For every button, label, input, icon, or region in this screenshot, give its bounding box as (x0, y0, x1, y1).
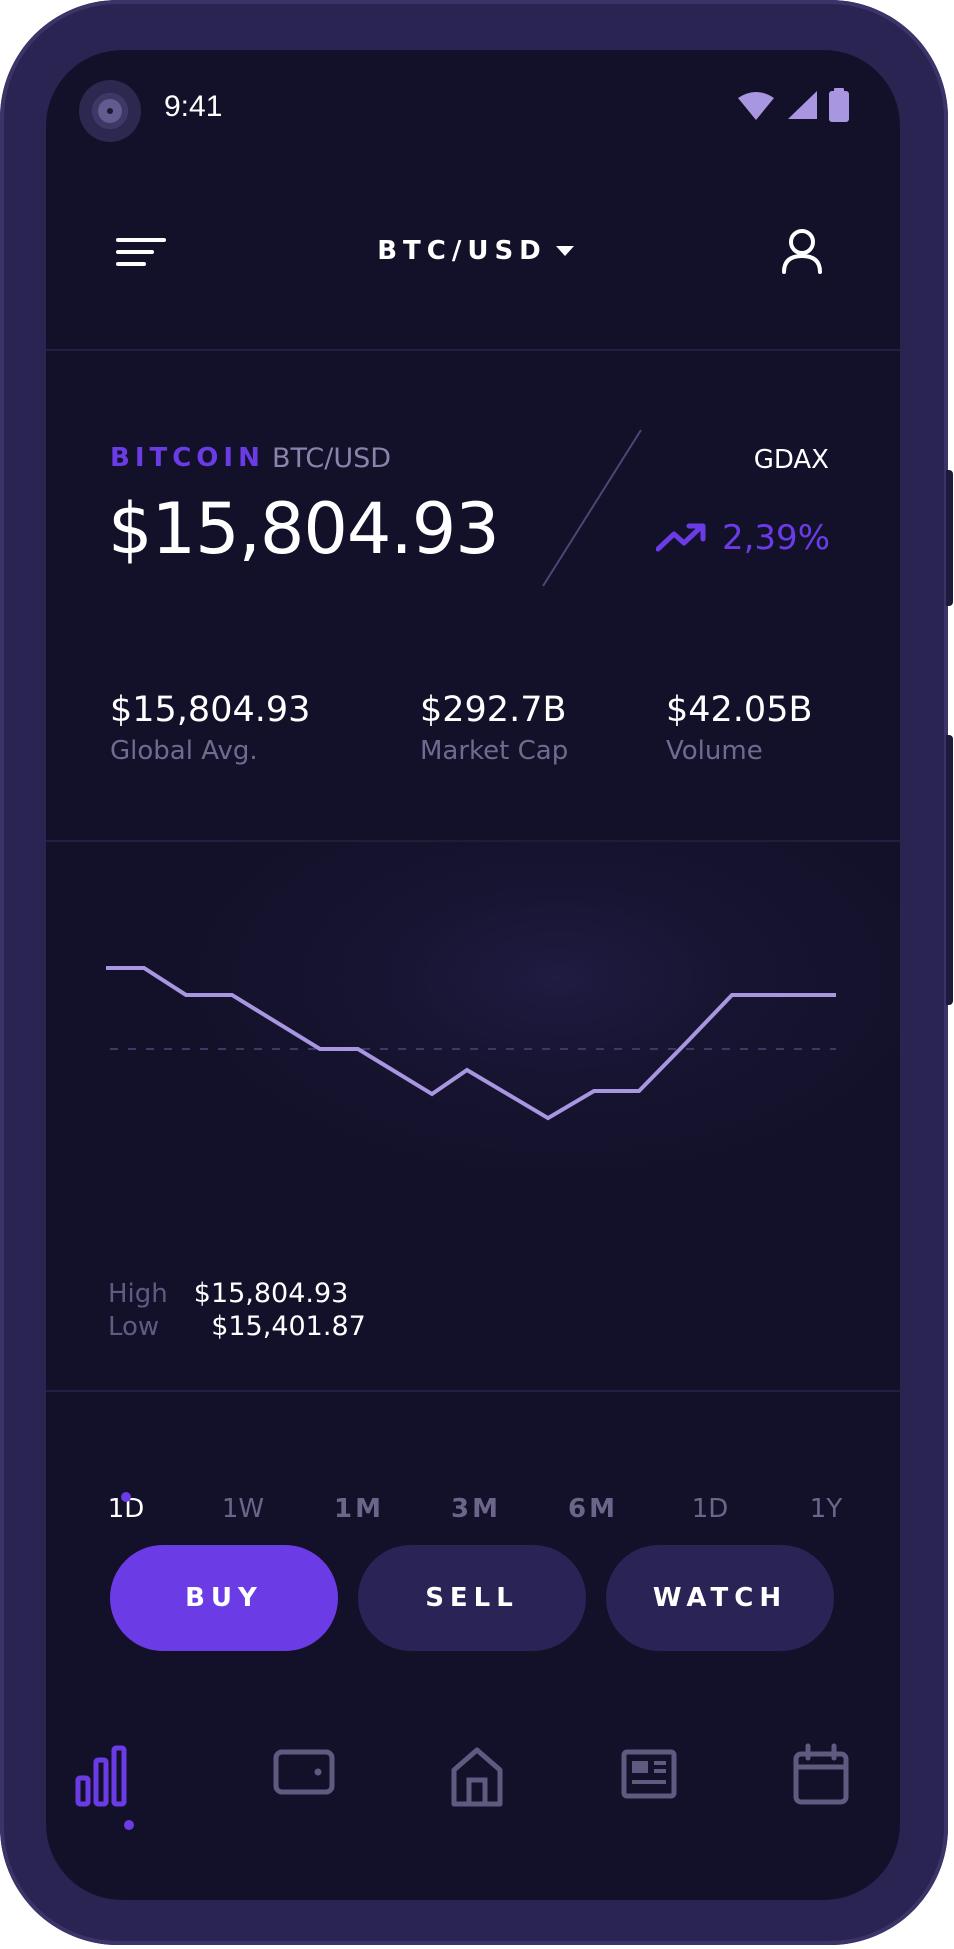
stat-volume: $42.05B Volume (666, 690, 812, 766)
range-tab-1d-alt[interactable]: 1D (670, 1494, 750, 1524)
low-row: Low $15,401.87 (108, 1311, 366, 1342)
stat-label: Market Cap (420, 736, 569, 766)
menu-icon-line (116, 238, 166, 242)
stat-value: $292.7B (420, 690, 567, 730)
range-tab-1m[interactable]: 1M (319, 1494, 399, 1524)
home-icon[interactable] (442, 1740, 512, 1810)
watch-button[interactable]: WATCH (606, 1545, 834, 1651)
stat-label: Volume (666, 736, 763, 766)
pair-selector-label: BTC/USD (377, 236, 547, 266)
stat-value: $42.05B (666, 690, 813, 730)
menu-icon-line (116, 250, 154, 254)
battery-icon (829, 88, 849, 122)
range-tab-1y[interactable]: 1Y (786, 1494, 866, 1524)
status-icons (736, 88, 850, 122)
range-tab-6m[interactable]: 6M (553, 1494, 633, 1524)
user-icon[interactable] (781, 228, 823, 274)
range-tab-1w[interactable]: 1W (203, 1494, 283, 1524)
separator-slash (542, 429, 642, 587)
camera-lens-dot (107, 108, 113, 114)
wallet-icon[interactable] (270, 1740, 340, 1810)
low-label: Low (108, 1312, 160, 1342)
coin-pair: BTC/USD (272, 443, 392, 474)
stat-value: $15,804.93 (110, 690, 311, 730)
caret-down-icon (555, 246, 574, 256)
stat-label: Global Avg. (110, 736, 258, 766)
price-change-value: 2,39% (721, 518, 830, 558)
trending-up-icon (655, 523, 706, 552)
header-divider (46, 349, 900, 351)
low-value: $15,401.87 (211, 1311, 366, 1342)
price-change: 2,39% (655, 518, 830, 558)
current-price: $15,804.93 (108, 488, 500, 570)
calendar-icon[interactable] (786, 1740, 856, 1810)
coin-name: BITCOIN (110, 443, 265, 473)
stat-global-avg: $15,804.93 Global Avg. (110, 690, 310, 766)
bar-chart-icon[interactable] (68, 1740, 138, 1810)
sell-button[interactable]: SELL (358, 1545, 586, 1651)
chart-background (46, 840, 900, 1300)
status-time: 9:41 (164, 90, 223, 123)
power-button (946, 735, 953, 1005)
range-tabs: 1D 1W 1M 3M 6M 1D 1Y (86, 1494, 886, 1534)
camera-lens (92, 93, 128, 129)
pair-selector[interactable]: BTC/USD (326, 236, 626, 266)
wifi-icon (738, 92, 774, 120)
price-chart (46, 840, 900, 1300)
volume-button (946, 470, 953, 606)
menu-icon[interactable] (116, 238, 168, 268)
front-camera (79, 80, 141, 142)
news-icon[interactable] (614, 1740, 684, 1810)
signal-icon (788, 91, 817, 119)
high-row: High $15,804.93 (108, 1278, 366, 1309)
chart-divider (46, 1390, 900, 1392)
range-tab-3m[interactable]: 3M (436, 1494, 516, 1524)
high-low-summary: High $15,804.93 Low $15,401.87 (108, 1278, 366, 1342)
range-active-indicator (121, 1492, 131, 1502)
buy-button[interactable]: BUY (110, 1545, 338, 1651)
high-label: High (108, 1279, 168, 1309)
app-screen: 9:41 BTC/USD BITCOIN BTC/USD $15,804.93 … (46, 50, 900, 1900)
menu-icon-line (116, 262, 146, 266)
high-value: $15,804.93 (193, 1278, 349, 1309)
exchange-name: GDAX (753, 445, 829, 475)
stat-market-cap: $292.7B Market Cap (420, 690, 568, 766)
nav-active-indicator (124, 1820, 134, 1830)
